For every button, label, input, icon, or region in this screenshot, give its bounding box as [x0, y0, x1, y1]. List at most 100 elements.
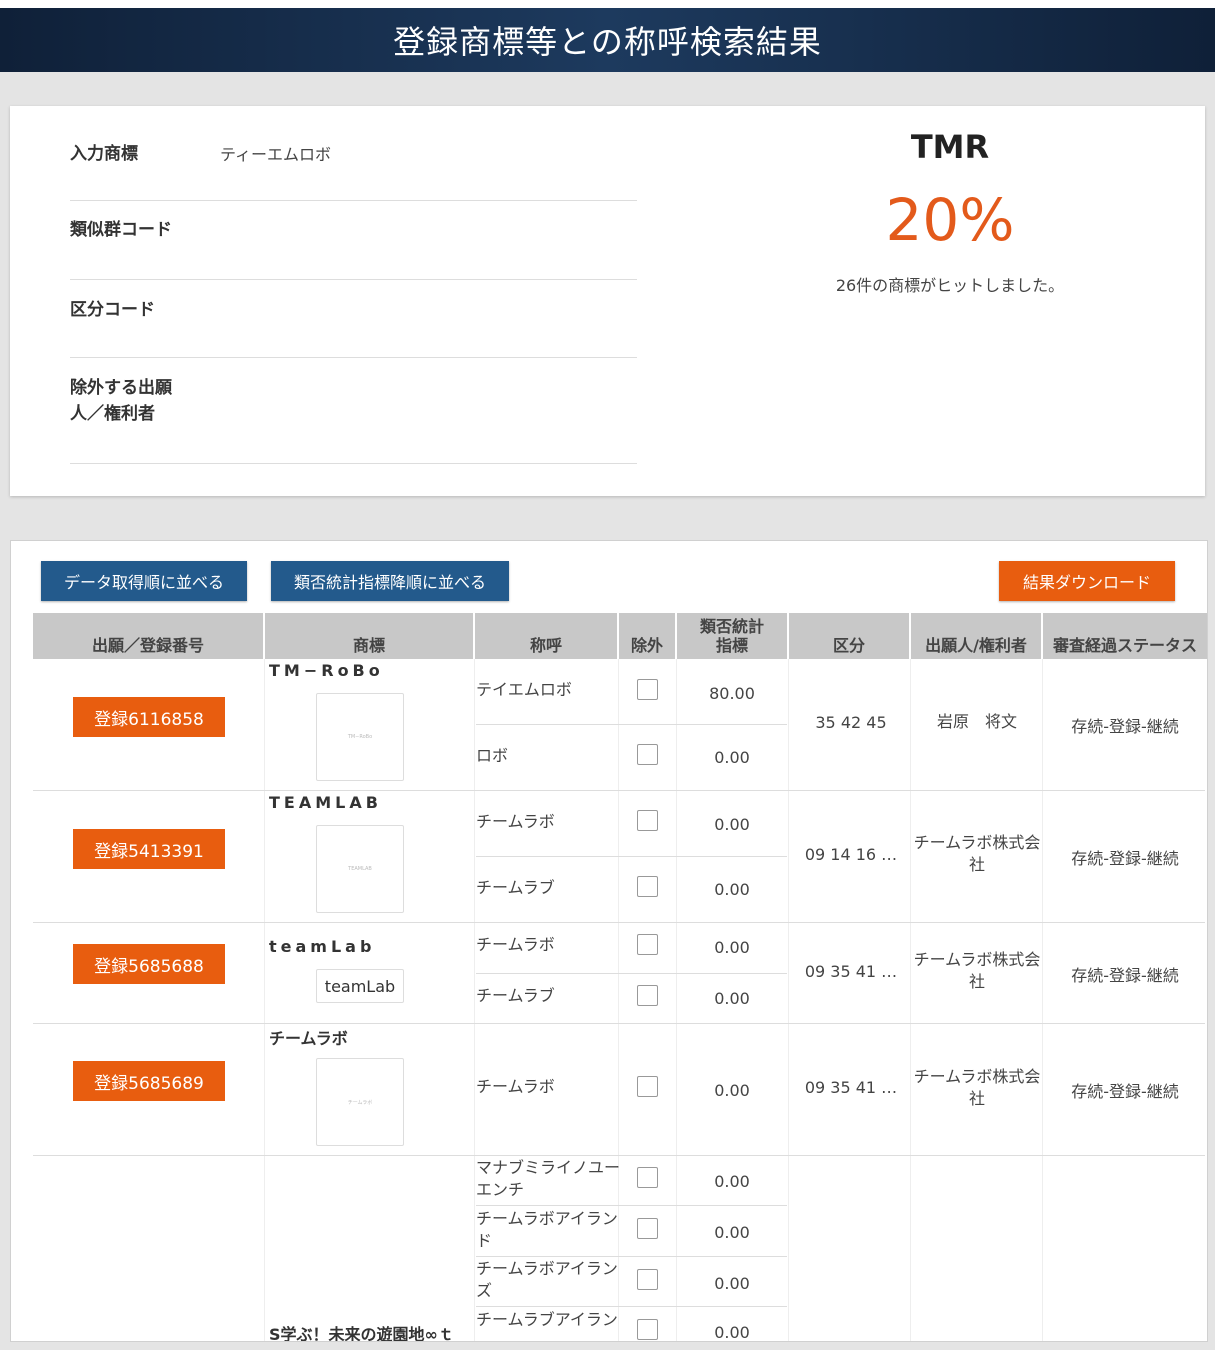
col-divider [264, 659, 265, 1341]
col-header-status: 審査経過ステータス [1043, 613, 1207, 659]
page-header: 登録商標等との称呼検索結果 [0, 8, 1215, 72]
group-code-row: 類似群コード [70, 201, 637, 280]
input-mark-value: ティーエムロボ [220, 145, 332, 164]
group-code-label: 類似群コード [70, 220, 172, 240]
mark-name: TEAMLAB [269, 793, 382, 812]
input-mark-label: 入力商標 [70, 144, 138, 164]
row-divider [33, 1155, 1205, 1156]
reading-text: チームラボアイランド [476, 1209, 618, 1250]
results-panel: データ取得順に並べる 類否統計指標降順に並べる 結果ダウンロード 出願／登録番号… [10, 540, 1208, 1342]
col-divider [474, 659, 475, 1341]
row-divider [33, 922, 1205, 923]
sort-by-similarity-button[interactable]: 類否統計指標降順に並べる [271, 561, 509, 601]
class-codes: 09 35 41 … [804, 962, 898, 981]
mark-image: TEAMLAB [316, 825, 404, 913]
class-codes: 09 14 16 … [804, 845, 898, 864]
reading-text: チームラボ [476, 1077, 555, 1096]
exclude-checkbox[interactable] [637, 810, 658, 831]
exclude-checkbox[interactable] [637, 1269, 658, 1290]
exclude-checkbox[interactable] [637, 985, 658, 1006]
registration-number-button[interactable]: 登録5685689 [73, 1061, 225, 1101]
exclude-checkbox[interactable] [637, 876, 658, 897]
reading-divider [476, 1306, 787, 1307]
registration-number-button[interactable]: 登録6116858 [73, 697, 225, 737]
exclude-checkbox[interactable] [637, 1319, 658, 1340]
status-text: 存続-登録-継続 [1071, 717, 1179, 736]
mark-image: チームラボ [316, 1058, 404, 1146]
exclude-checkbox[interactable] [637, 1167, 658, 1188]
mark-image: TM−RoBo [316, 693, 404, 781]
download-results-button[interactable]: 結果ダウンロード [999, 561, 1175, 601]
reading-text: チームラブ [476, 878, 555, 897]
hit-count-text: 26件の商標がヒットしました。 [835, 276, 1065, 295]
similarity-percent: 20% [885, 186, 1015, 254]
reading-text: チームラボ [476, 935, 555, 954]
applicant-name: 岩原 将文 [936, 712, 1017, 731]
page-title: 登録商標等との称呼検索結果 [393, 23, 822, 61]
col-divider [788, 659, 789, 1341]
similarity-score: 0.00 [714, 1172, 750, 1191]
result-mark-name: TMR [910, 128, 990, 166]
top-strip [0, 0, 1215, 8]
reading-text: ロボ [476, 746, 509, 765]
similarity-score: 0.00 [714, 938, 750, 957]
reading-text: チームラボ [476, 812, 555, 831]
mark-image: teamLab [316, 969, 404, 1003]
similarity-score: 0.00 [714, 815, 750, 834]
mark-name: teamLab [269, 937, 376, 956]
applicant-name: チームラボ株式会社 [913, 950, 1041, 991]
registration-number-button[interactable]: 登録5685688 [73, 944, 225, 984]
search-conditions-panel: 入力商標 ティーエムロボ 類似群コード 区分コード 除外する出願 人／権利者 T… [10, 106, 1205, 496]
status-text: 存続-登録-継続 [1071, 849, 1179, 868]
class-code-row: 区分コード [70, 280, 637, 358]
reading-divider [476, 1256, 787, 1257]
reading-text: チームラボアイランズ [476, 1259, 618, 1300]
reading-text: チームラブアイラン [476, 1310, 618, 1329]
col-header-score: 類否統計 指標 [677, 613, 787, 659]
exclude-checkbox[interactable] [637, 679, 658, 700]
exclude-checkbox[interactable] [637, 934, 658, 955]
similarity-score: 0.00 [714, 1274, 750, 1293]
registration-number-button[interactable]: 登録5413391 [73, 829, 225, 869]
reading-text: テイエムロボ [476, 680, 572, 699]
col-header-mark: 商標 [265, 613, 473, 659]
mark-name: S学ぶ！未来の遊園地∞ｔ [269, 1325, 454, 1342]
class-code-label: 区分コード [70, 300, 155, 320]
col-header-class: 区分 [789, 613, 909, 659]
reading-divider [476, 973, 787, 974]
mark-name: チームラボ [269, 1029, 348, 1048]
similarity-score: 0.00 [714, 880, 750, 899]
similarity-score: 80.00 [709, 684, 755, 703]
status-text: 存続-登録-継続 [1071, 966, 1179, 985]
col-header-score-line1: 類否統計 [699, 617, 764, 636]
sort-by-fetch-button[interactable]: データ取得順に並べる [41, 561, 247, 601]
class-codes: 09 35 41 … [804, 1078, 898, 1097]
class-codes: 35 42 45 [815, 713, 887, 732]
similarity-score: 0.00 [714, 1323, 750, 1342]
reading-text: チームラブ [476, 986, 555, 1005]
exclude-applicant-label-line1: 除外する出願 [70, 378, 172, 398]
col-header-applicant: 出願人/権利者 [911, 613, 1041, 659]
row-divider [33, 1023, 1205, 1024]
col-header-exclude: 除外 [619, 613, 675, 659]
mark-name: TM−RoBo [269, 661, 384, 680]
applicant-name: チームラボ株式会社 [913, 833, 1041, 874]
exclude-applicant-label-line2: 人／権利者 [70, 404, 155, 424]
exclude-checkbox[interactable] [637, 1076, 658, 1097]
col-header-reading: 称呼 [475, 613, 617, 659]
reading-divider [476, 1205, 787, 1206]
col-divider [910, 659, 911, 1341]
similarity-score: 0.00 [714, 1081, 750, 1100]
row-divider [33, 790, 1205, 791]
similarity-score: 0.00 [714, 989, 750, 1008]
exclude-applicant-row: 除外する出願 人／権利者 [70, 358, 637, 464]
col-header-number: 出願／登録番号 [33, 613, 263, 659]
col-divider [1042, 659, 1043, 1341]
col-header-score-line2: 指標 [715, 636, 748, 655]
input-mark-row: 入力商標 ティーエムロボ [70, 124, 637, 201]
reading-divider [476, 856, 787, 857]
exclude-checkbox[interactable] [637, 1218, 658, 1239]
exclude-checkbox[interactable] [637, 744, 658, 765]
similarity-score: 0.00 [714, 748, 750, 767]
reading-text: マナブミライノユーエンチ [476, 1158, 621, 1199]
